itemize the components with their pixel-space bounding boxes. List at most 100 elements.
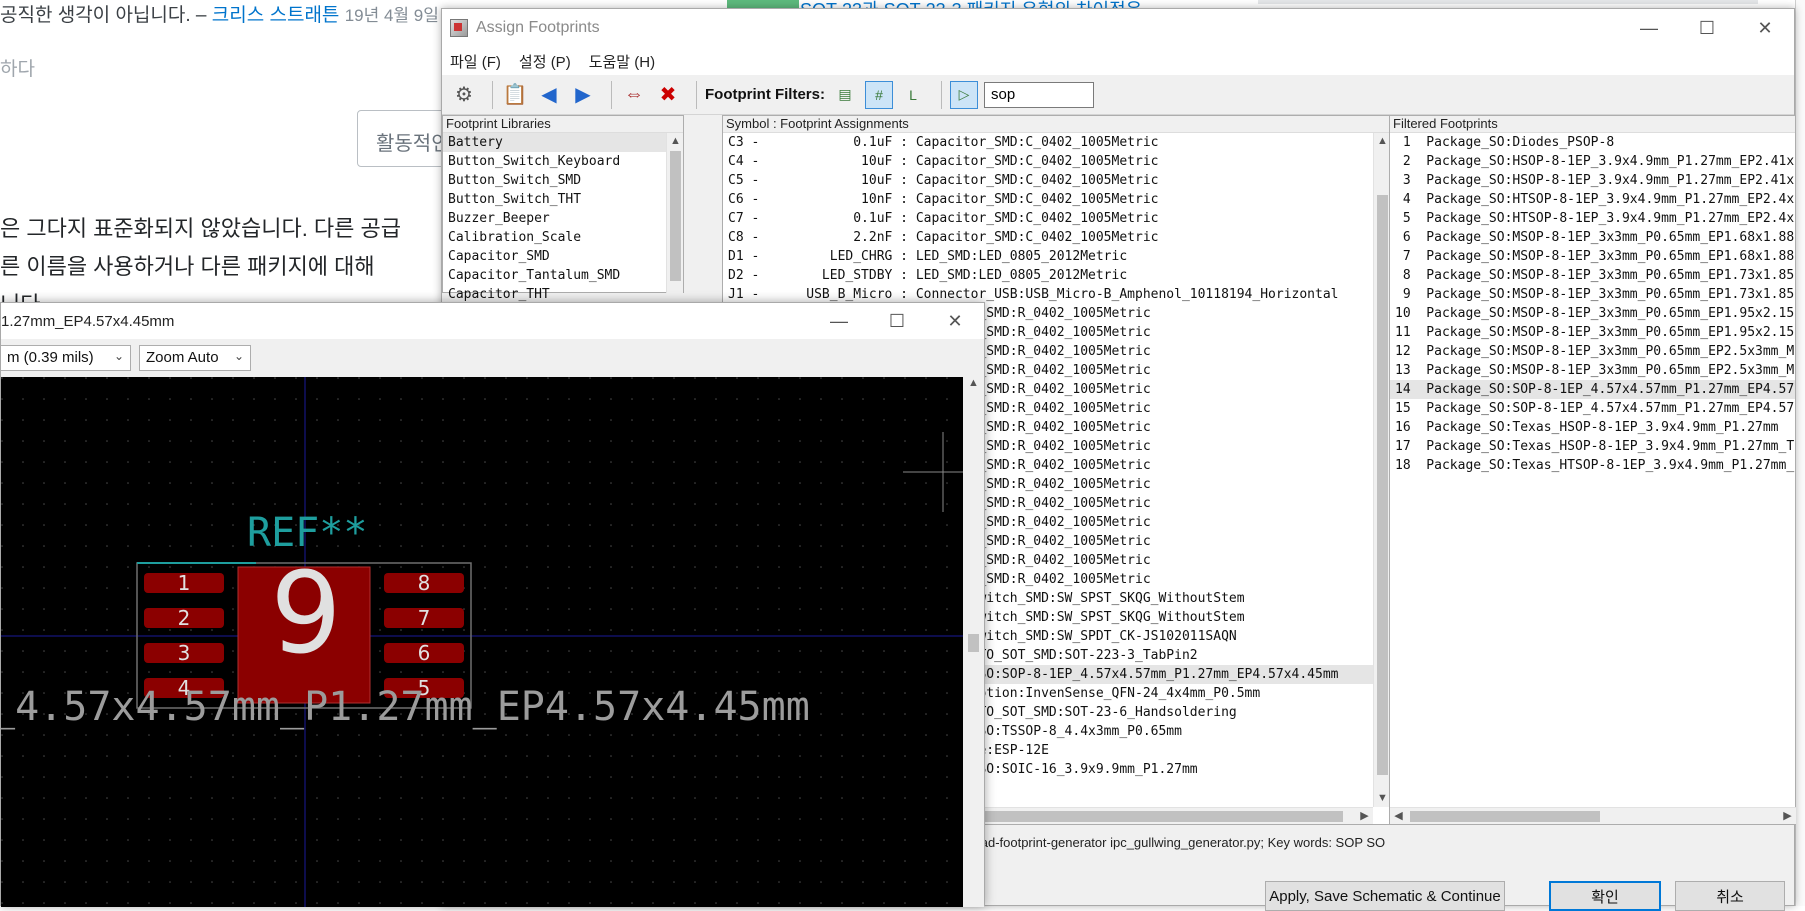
footprint-viewer-window: 1.27mm_EP4.57x4.45mm — ☐ ✕ m (0.39 mils)… [0, 302, 985, 907]
list-item[interactable]: 18 Package_SO:Texas_HTSOP-8-1EP_3.9x4.9m… [1390, 456, 1795, 475]
toolbar-separator [492, 80, 493, 109]
cancel-button[interactable]: 취소 [1675, 881, 1785, 911]
filter-text-icon[interactable]: ▷ [950, 80, 978, 109]
list-item[interactable]: 4 Package_SO:HTSOP-8-1EP_3.9x4.9mm_P1.27… [1390, 190, 1795, 209]
reference-text: REF** [247, 510, 367, 556]
menu-file[interactable]: 파일 (F) [450, 51, 501, 72]
list-item[interactable]: Capacitor_SMD [443, 247, 683, 266]
grid-select[interactable]: m (0.39 mils) ⌄ [1, 345, 131, 371]
apply-save-continue-button[interactable]: Apply, Save Schematic & Continue [1265, 881, 1505, 911]
window-titlebar: Assign Footprints — ☐ ✕ [442, 9, 1794, 47]
list-item[interactable]: 10 Package_SO:MSOP-8-1EP_3x3mm_P0.65mm_E… [1390, 304, 1795, 323]
close-icon[interactable]: ✕ [926, 303, 984, 339]
list-item[interactable]: Button_Switch_THT [443, 190, 683, 209]
scroll-left-icon[interactable]: ◀ [1390, 808, 1407, 825]
scroll-up-icon[interactable]: ▲ [963, 377, 984, 395]
filter-keywords-icon[interactable]: ▤ [831, 81, 859, 109]
list-item[interactable]: 11 Package_SO:MSOP-8-1EP_3x3mm_P0.65mm_E… [1390, 323, 1795, 342]
answer-line: 은 그다지 표준화되지 않았습니다. 다른 공급 [0, 216, 401, 241]
list-item[interactable]: Capacitor_Tantalum_SMD [443, 266, 683, 285]
libraries-scrollbar[interactable]: ▲ [666, 133, 683, 293]
zoom-select[interactable]: Zoom Auto ⌄ [139, 345, 251, 371]
list-item[interactable]: 1 Package_SO:Diodes_PSOP-8 [1390, 133, 1795, 152]
delete-associations-icon[interactable]: ✖ [654, 81, 682, 109]
list-item[interactable]: 16 Package_SO:Texas_HSOP-8-1EP_3.9x4.9mm… [1390, 418, 1795, 437]
footprint-drawing: 1234 8765 9 REF** _4.57x4.57mm_P1.27mm_E… [1, 377, 963, 907]
list-item[interactable]: 5 Package_SO:HTSOP-8-1EP_3.9x4.9mm_P1.27… [1390, 209, 1795, 228]
maximize-icon[interactable]: ☐ [1678, 9, 1736, 47]
list-item[interactable]: Calibration_Scale [443, 228, 683, 247]
save-clipboard-icon[interactable]: 📋 [501, 81, 529, 109]
list-item[interactable]: Button_Switch_SMD [443, 171, 683, 190]
list-item[interactable]: C5 - 10uF : Capacitor_SMD:C_0402_1005Met… [723, 171, 1390, 190]
comment-author-link[interactable]: 크리스 스트래튼 [212, 5, 340, 26]
list-item[interactable]: D1 - LED_CHRG : LED_SMD:LED_0805_2012Met… [723, 247, 1390, 266]
main-toolbar: ⚙ 📋 ◀ ▶ ⇔ ✖ Footprint Filters: ▤ # L ▷ [442, 75, 1794, 115]
list-item[interactable]: 2 Package_SO:HSOP-8-1EP_3.9x4.9mm_P1.27m… [1390, 152, 1795, 171]
list-item[interactable]: C7 - 0.1uF : Capacitor_SMD:C_0402_1005Me… [723, 209, 1390, 228]
ok-button[interactable]: 확인 [1549, 881, 1661, 911]
pad-number: 3 [178, 641, 191, 665]
filter-library-icon[interactable]: L [899, 81, 927, 109]
footprint-canvas[interactable]: 1234 8765 9 REF** _4.57x4.57mm_P1.27mm_E… [1, 377, 963, 907]
add-comment-link[interactable]: 하다 [0, 54, 35, 81]
list-item[interactable]: Button_Switch_Keyboard [443, 152, 683, 171]
list-item[interactable]: Buzzer_Beeper [443, 209, 683, 228]
list-item[interactable]: 7 Package_SO:MSOP-8-1EP_3x3mm_P0.65mm_EP… [1390, 247, 1795, 266]
filter-pincount-icon[interactable]: # [865, 80, 893, 109]
scroll-thumb[interactable] [1377, 195, 1388, 775]
chevron-down-icon: ⌄ [113, 349, 124, 363]
list-item[interactable]: D2 - LED_STDBY : LED_SMD:LED_0805_2012Me… [723, 266, 1390, 285]
list-item[interactable]: 12 Package_SO:MSOP-8-1EP_3x3mm_P0.65mm_E… [1390, 342, 1795, 361]
close-icon[interactable]: ✕ [1736, 9, 1794, 47]
list-item[interactable]: 8 Package_SO:MSOP-8-1EP_3x3mm_P0.65mm_EP… [1390, 266, 1795, 285]
scroll-right-icon[interactable]: ▶ [1779, 808, 1796, 825]
minimize-icon[interactable]: — [810, 303, 868, 339]
auto-associate-icon[interactable]: ⇔ [620, 81, 648, 109]
minimize-icon[interactable]: — [1620, 9, 1678, 47]
settings-gear-icon[interactable]: ⚙ [450, 81, 478, 109]
libraries-list: Battery Button_Switch_Keyboard Button_Swit… [443, 133, 683, 304]
list-item[interactable]: C4 - 10uF : Capacitor_SMD:C_0402_1005Met… [723, 152, 1390, 171]
viewer-window-controls: — ☐ ✕ [810, 303, 984, 339]
list-item[interactable]: Battery [443, 133, 683, 152]
scroll-up-icon[interactable]: ▲ [667, 133, 684, 150]
chevron-down-icon: ⌄ [233, 349, 244, 363]
footprint-filters-label: Footprint Filters: [705, 86, 825, 103]
footprint-libraries-panel: Footprint Libraries Battery Button_Switch… [442, 115, 684, 302]
list-item[interactable]: 9 Package_SO:MSOP-8-1EP_3x3mm_P0.65mm_EP… [1390, 285, 1795, 304]
list-item[interactable]: C8 - 2.2nF : Capacitor_SMD:C_0402_1005Me… [723, 228, 1390, 247]
comment-text: 공직한 생각이 아닙니다. – [0, 5, 212, 26]
filtered-header: Filtered Footprints [1390, 116, 1795, 133]
menu-settings[interactable]: 설정 (P) [519, 51, 571, 72]
scroll-thumb[interactable] [670, 151, 681, 281]
list-item[interactable]: 3 Package_SO:HSOP-8-1EP_3.9x4.9mm_P1.27m… [1390, 171, 1795, 190]
pad-number: 1 [178, 571, 191, 595]
viewer-title: 1.27mm_EP4.57x4.45mm [1, 312, 175, 330]
menu-help[interactable]: 도움말 (H) [589, 51, 655, 72]
libraries-header: Footprint Libraries [443, 116, 683, 133]
previous-arrow-icon[interactable]: ◀ [535, 81, 563, 109]
list-item[interactable]: 15 Package_SO:SOP-8-1EP_4.57x4.57mm_P1.2… [1390, 399, 1795, 418]
toolbar-separator [611, 80, 612, 109]
maximize-icon[interactable]: ☐ [868, 303, 926, 339]
scroll-thumb[interactable] [968, 634, 979, 652]
schematic-edge [1795, 0, 1805, 906]
scroll-right-icon[interactable]: ▶ [1356, 808, 1373, 825]
scroll-thumb[interactable] [1410, 811, 1600, 822]
filtered-hscrollbar[interactable]: ◀ ▶ [1390, 807, 1796, 824]
list-item[interactable]: 13 Package_SO:MSOP-8-1EP_3x3mm_P0.65mm_E… [1390, 361, 1795, 380]
list-item[interactable]: C6 - 10nF : Capacitor_SMD:C_0402_1005Met… [723, 190, 1390, 209]
pad-number: 2 [178, 606, 191, 630]
divider [1258, 0, 1758, 4]
list-item[interactable]: 17 Package_SO:Texas_HSOP-8-1EP_3.9x4.9mm… [1390, 437, 1795, 456]
list-item[interactable]: 14 Package_SO:SOP-8-1EP_4.57x4.57mm_P1.2… [1390, 380, 1795, 399]
viewer-titlebar: 1.27mm_EP4.57x4.45mm — ☐ ✕ [1, 303, 984, 339]
assignments-vscrollbar[interactable]: ▲ ▼ [1373, 133, 1390, 807]
next-arrow-icon[interactable]: ▶ [569, 81, 597, 109]
value-text: _4.57x4.57mm_P1.27mm_EP4.57x4.45mm [1, 684, 810, 730]
list-item[interactable]: C3 - 0.1uF : Capacitor_SMD:C_0402_1005Me… [723, 133, 1390, 152]
list-item[interactable]: 6 Package_SO:MSOP-8-1EP_3x3mm_P0.65mm_EP… [1390, 228, 1795, 247]
canvas-scrollbar[interactable]: ▲ [963, 377, 984, 907]
footprint-filter-input[interactable] [984, 81, 1094, 108]
